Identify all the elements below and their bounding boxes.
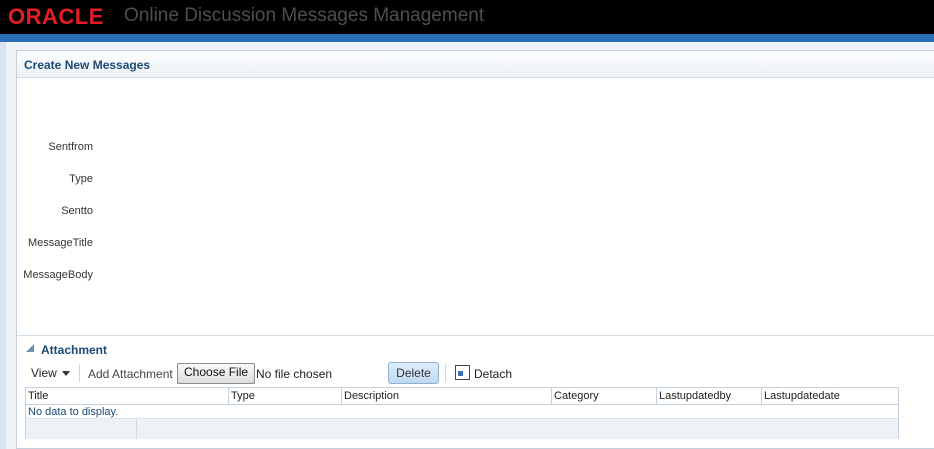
- header-accent-band: [0, 34, 934, 42]
- attachment-toolbar: View Add Attachment Choose File No file …: [25, 361, 897, 385]
- attachment-section-title: Attachment: [41, 343, 108, 357]
- toolbar-separator: [79, 364, 80, 382]
- delete-button[interactable]: Delete: [388, 362, 439, 384]
- left-gutter: [0, 42, 6, 449]
- field-label-messagetitle: MessageTitle: [27, 237, 93, 249]
- top-header-bar: ORACLE Online Discussion Messages Manage…: [0, 0, 934, 34]
- empty-table-message: No data to display.: [28, 406, 119, 418]
- no-file-chosen-text: No file chosen: [256, 367, 333, 381]
- field-label-messagebody: MessageBody: [23, 269, 93, 281]
- column-header-type[interactable]: Type: [228, 388, 341, 404]
- detach-button[interactable]: Detach: [474, 367, 512, 381]
- column-header-title[interactable]: Title: [26, 388, 228, 404]
- panel-title: Create New Messages: [24, 58, 151, 72]
- collapse-triangle-icon[interactable]: [26, 344, 34, 352]
- choose-file-button[interactable]: Choose File: [177, 363, 256, 384]
- table-header: Title Type Description Category Lastupda…: [26, 388, 898, 405]
- column-header-lastupdatedby[interactable]: Lastupdatedby: [656, 388, 761, 404]
- column-header-lastupdatedate[interactable]: Lastupdatedate: [761, 388, 898, 404]
- view-menu-label: View: [31, 366, 57, 380]
- field-label-type: Type: [69, 173, 93, 185]
- add-attachment-label: Add Attachment: [88, 367, 173, 381]
- chevron-down-icon: [61, 371, 70, 377]
- column-header-description[interactable]: Description: [341, 388, 551, 404]
- table-footer: [26, 418, 898, 439]
- field-label-sentto: Sentto: [61, 205, 93, 217]
- footer-divider: [136, 419, 137, 439]
- panel-header: Create New Messages: [17, 51, 934, 78]
- field-label-sentfrom: Sentfrom: [48, 141, 93, 153]
- toolbar-separator: [445, 364, 446, 382]
- create-messages-panel: Create New Messages Sentfrom Type Sentto…: [16, 50, 934, 449]
- column-header-category[interactable]: Category: [551, 388, 656, 404]
- view-menu-button[interactable]: View: [31, 366, 70, 380]
- section-divider: [17, 335, 934, 336]
- app-title: Online Discussion Messages Management: [124, 5, 485, 26]
- oracle-logo: ORACLE: [8, 4, 104, 29]
- detach-icon[interactable]: [455, 365, 470, 380]
- attachment-table: Title Type Description Category Lastupda…: [25, 387, 899, 439]
